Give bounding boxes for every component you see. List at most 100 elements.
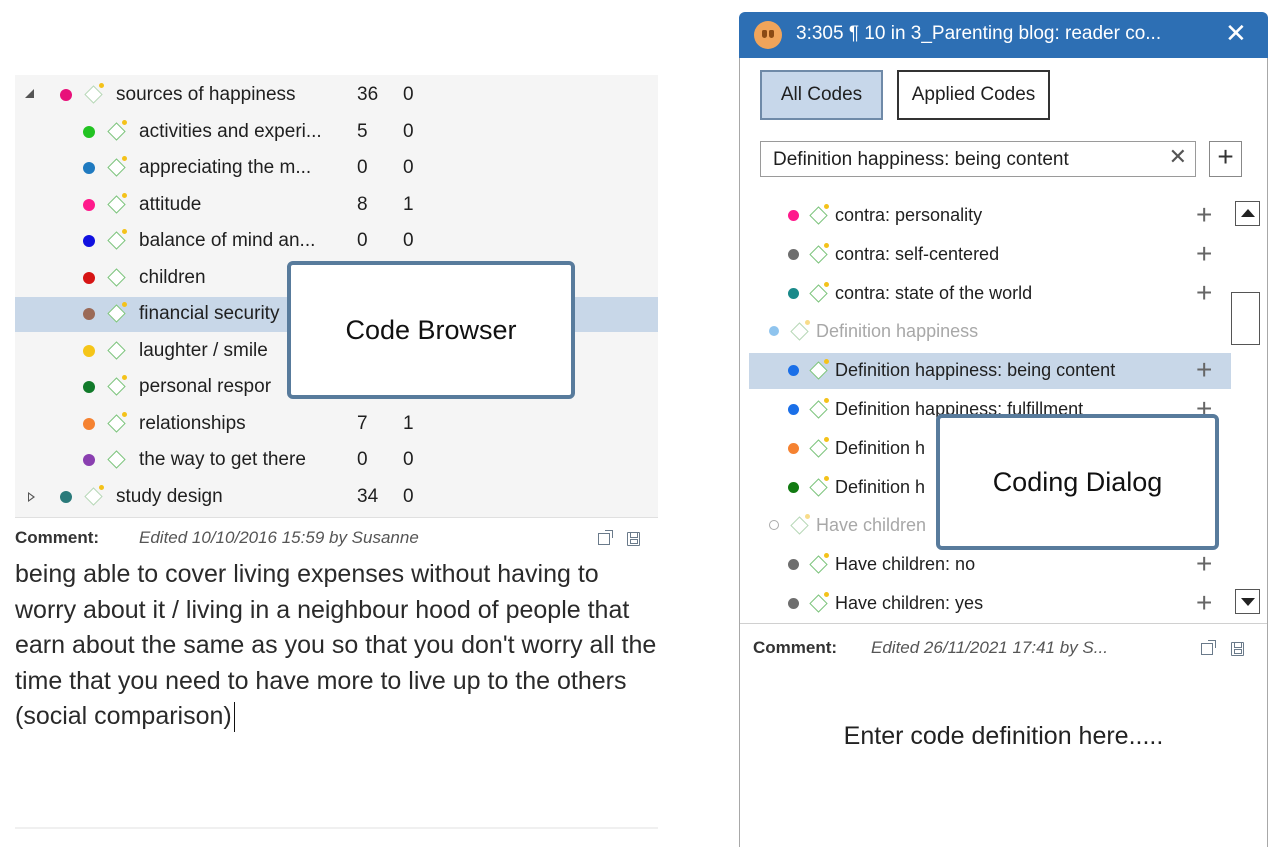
density-count: 0 (403, 485, 414, 507)
save-icon[interactable] (1231, 642, 1244, 656)
save-icon[interactable] (627, 532, 640, 546)
tree-row[interactable]: relationships 7 1 (15, 407, 658, 442)
code-color-dot-icon (788, 365, 799, 377)
code-row[interactable]: Have children: yes + (749, 586, 1231, 622)
code-label: children (139, 266, 206, 288)
open-external-icon[interactable] (598, 530, 613, 545)
tree-row[interactable]: sources of happiness 36 0 (15, 78, 658, 113)
expand-arrow-icon[interactable] (28, 491, 35, 502)
code-color-dot-icon (769, 326, 779, 337)
grounded-count: 0 (357, 157, 368, 178)
code-row[interactable]: Have children: no + (749, 547, 1231, 583)
open-external-icon[interactable] (1201, 640, 1216, 655)
code-color-dot-icon (769, 520, 779, 531)
code-color-dot-icon (788, 248, 799, 260)
code-group-row[interactable]: Definition happiness (749, 314, 1231, 350)
code-diamond-icon (809, 245, 828, 264)
code-diamond-icon (809, 400, 828, 419)
code-color-dot-icon (83, 454, 95, 466)
tree-row[interactable]: study design 34 0 (15, 480, 658, 515)
code-color-dot-icon (83, 308, 95, 320)
code-browser-callout: Code Browser (287, 261, 575, 399)
comment-indicator-icon (122, 375, 127, 380)
code-color-dot-icon (788, 442, 799, 454)
search-input[interactable]: Definition happiness: being content ✕ (760, 141, 1196, 177)
code-color-dot-icon (83, 162, 95, 174)
apply-code-button[interactable]: + (1196, 353, 1212, 387)
code-label: Have children (816, 515, 927, 536)
apply-code-button[interactable]: + (1196, 586, 1212, 620)
apply-code-button[interactable]: + (1196, 198, 1212, 232)
callout-label: Coding Dialog (992, 466, 1163, 497)
add-code-button[interactable]: + (1209, 141, 1242, 177)
code-row[interactable]: contra: state of the world + (749, 276, 1231, 312)
quotation-icon (754, 21, 782, 49)
comment-indicator-icon (99, 484, 104, 490)
code-label: Definition happiness: being content (835, 360, 1116, 381)
code-row[interactable]: Definition happiness: being content + (749, 353, 1231, 390)
code-label: the way to get there (139, 449, 306, 470)
code-diamond-icon (107, 377, 126, 396)
comment-header: Comment: Edited 10/10/2016 15:59 by Susa… (15, 521, 658, 551)
comment-indicator-icon (122, 119, 127, 125)
code-color-dot-icon (83, 125, 95, 138)
code-diamond-icon (107, 340, 126, 360)
density-count: 0 (403, 230, 414, 251)
density-count: 0 (403, 120, 414, 142)
code-label: personal respor (139, 376, 272, 397)
clear-search-button[interactable]: ✕ (1169, 144, 1187, 170)
grounded-count: 0 (357, 230, 368, 251)
code-row[interactable]: contra: self-centered + (749, 237, 1231, 273)
apply-code-button[interactable]: + (1196, 276, 1212, 310)
comment-indicator-icon (824, 592, 829, 597)
density-count: 0 (403, 84, 414, 105)
comment-indicator-icon (824, 436, 829, 442)
close-button[interactable]: ✕ (1225, 18, 1247, 48)
tab-applied-codes[interactable]: Applied Codes (897, 70, 1050, 120)
comment-indicator-icon (122, 411, 127, 417)
divider (15, 827, 658, 829)
tree-row[interactable]: the way to get there 0 0 (15, 443, 658, 478)
code-color-dot-icon (60, 490, 72, 503)
tree-row[interactable]: balance of mind an... 0 0 (15, 224, 658, 259)
text-caret (233, 702, 236, 733)
apply-code-button[interactable]: + (1196, 237, 1212, 271)
density-count: 1 (403, 193, 414, 215)
code-color-dot-icon (788, 481, 799, 493)
comment-indicator-icon (824, 359, 829, 365)
code-label: Have children: no (835, 554, 976, 575)
apply-code-button[interactable]: + (1196, 547, 1212, 581)
code-diamond-icon (809, 555, 828, 574)
callout-label: Code Browser (345, 314, 517, 345)
code-label: activities and experi... (139, 120, 322, 142)
code-diamond-icon (107, 121, 126, 141)
comment-header: Comment: Edited 26/11/2021 17:41 by S... (753, 631, 1253, 661)
comment-editor[interactable]: being able to cover living expenses with… (15, 557, 658, 735)
code-diamond-icon (107, 413, 126, 433)
tree-row[interactable]: activities and experi... 5 0 (15, 115, 658, 150)
code-diamond-icon (790, 322, 809, 342)
code-row[interactable]: contra: personality + (749, 198, 1231, 234)
comment-editor[interactable]: Enter code definition here..... (739, 722, 1268, 751)
grounded-count: 0 (357, 449, 368, 470)
comment-indicator-icon (122, 156, 127, 161)
tab-all-codes[interactable]: All Codes (760, 70, 883, 120)
code-color-dot-icon (83, 381, 95, 393)
grounded-count: 36 (357, 84, 379, 105)
comment-indicator-icon (805, 514, 810, 520)
collapse-arrow-icon[interactable] (25, 89, 34, 98)
tree-row[interactable]: attitude 8 1 (15, 188, 658, 223)
scrollbar-thumb[interactable] (1231, 292, 1260, 345)
comment-placeholder: Enter code definition here..... (843, 722, 1164, 750)
code-diamond-icon (790, 516, 809, 536)
code-label: sources of happiness (116, 84, 296, 105)
code-list: contra: personality + contra: self-centere… (739, 195, 1268, 619)
scroll-down-button[interactable] (1235, 589, 1260, 614)
scroll-up-button[interactable] (1235, 201, 1260, 226)
tree-row[interactable]: appreciating the m... 0 0 (15, 151, 658, 186)
comment-indicator-icon (824, 242, 829, 248)
code-diamond-icon (809, 439, 828, 458)
code-diamond-icon (809, 594, 828, 613)
code-color-dot-icon (788, 210, 799, 221)
code-browser-panel: sources of happiness 36 0 activities and ex… (15, 75, 658, 830)
